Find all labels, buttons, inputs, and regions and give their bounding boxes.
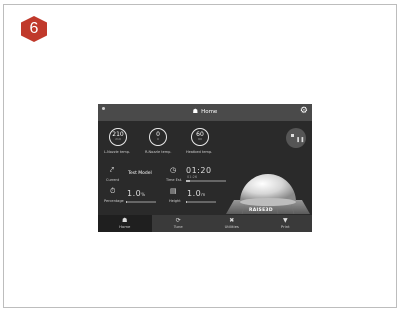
home-icon: ☗ — [192, 108, 199, 115]
dome-base — [240, 198, 296, 206]
time-label: Time Est. — [166, 178, 183, 182]
heatbed-temp-target: 60 — [198, 137, 202, 141]
nav-tab-print[interactable]: ▼ Print — [259, 215, 313, 232]
stop-square-icon — [291, 134, 294, 137]
gear-icon[interactable]: ⚙ — [300, 107, 308, 116]
height-progress-bar — [186, 201, 216, 203]
percentage-value: 1.0% — [127, 189, 146, 198]
current-model-name: Test Model — [128, 171, 152, 176]
clock-icon: ◷ — [170, 166, 177, 174]
time-progress-fill — [186, 180, 190, 182]
brand-logo: RAISE3D — [249, 208, 273, 213]
nav-tab-tune-label: Tune — [173, 224, 183, 229]
l-nozzle-temp-target: 210 — [115, 137, 121, 141]
home-icon: ☗ — [122, 217, 128, 224]
pause-icon: ❚❚ — [296, 137, 305, 143]
nav-tab-home-label: Home — [119, 224, 131, 229]
screen-title-text: Home — [201, 109, 218, 115]
r-nozzle-temp-gauge[interactable]: 0 0 — [149, 128, 167, 146]
percentage-progress-bar — [126, 201, 156, 203]
dome-model — [240, 174, 296, 202]
l-nozzle-temp-label: L-Nozzle temp. — [104, 150, 131, 154]
print-icon: ▼ — [282, 217, 288, 224]
time-remaining: 01:20 — [186, 166, 212, 175]
cursor-icon: ⤤ — [110, 166, 114, 174]
nav-tab-utilities[interactable]: ✖ Utilities — [205, 215, 259, 232]
tune-icon: ⟳ — [175, 217, 181, 224]
r-nozzle-temp-label: R-Nozzle temp. — [145, 150, 172, 154]
nav-tab-utilities-label: Utilities — [224, 224, 239, 229]
bottom-nav: ☗ Home ⟳ Tune ✖ Utilities ▼ Print — [98, 215, 312, 232]
heatbed-temp-label: Heatbed temp. — [186, 150, 213, 154]
utilities-icon: ✖ — [229, 217, 235, 224]
pause-button[interactable]: ❚❚ — [286, 128, 306, 148]
nav-tab-print-label: Print — [280, 224, 290, 229]
percentage-label: Percentage — [104, 199, 124, 203]
height-number: 1.0 — [187, 189, 202, 198]
heatbed-temp-gauge[interactable]: 60 60 — [191, 128, 209, 146]
l-nozzle-temp-gauge[interactable]: 210 210 — [109, 128, 127, 146]
nav-tab-home[interactable]: ☗ Home — [98, 215, 152, 232]
current-label: Current — [106, 178, 120, 182]
height-icon: ▤ — [170, 187, 177, 195]
nav-tab-tune[interactable]: ⟳ Tune — [152, 215, 206, 232]
top-bar: ☗ Home ⚙ — [98, 104, 312, 121]
height-unit: m — [201, 192, 206, 197]
height-progress-fill — [186, 201, 188, 203]
height-label: Height — [169, 199, 181, 203]
percentage-progress-fill — [126, 201, 128, 203]
time-sub: 01:26 — [187, 175, 198, 179]
height-value: 1.0m — [187, 189, 206, 198]
printer-touchscreen: ☗ Home ⚙ 210 210 L-Nozzle temp. 0 0 R-Noz… — [98, 104, 312, 232]
percentage-number: 1.0 — [127, 189, 142, 198]
time-progress-bar — [186, 180, 226, 182]
screen-title: ☗ Home — [98, 108, 312, 115]
r-nozzle-temp-target: 0 — [157, 137, 159, 141]
percentage-unit: % — [141, 192, 146, 197]
stopwatch-icon: ⏱ — [110, 187, 116, 195]
